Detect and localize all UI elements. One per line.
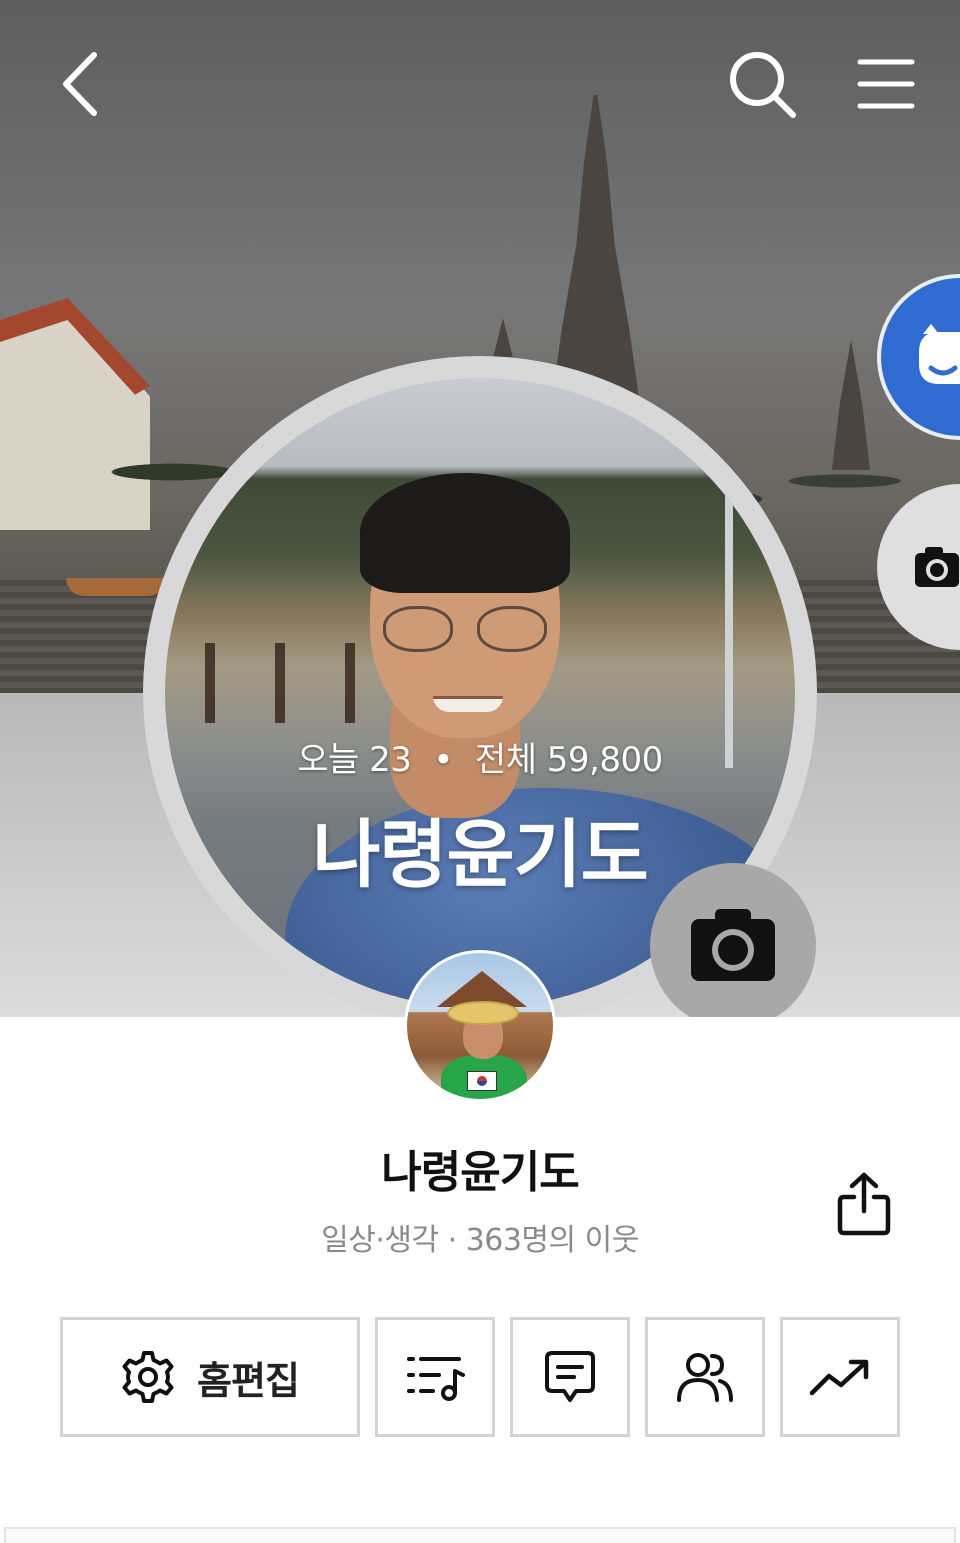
glasses-lens <box>383 606 453 652</box>
visit-counter: 오늘 23 • 전체 59,800 <box>0 732 960 781</box>
person-mouth <box>433 696 503 712</box>
guestbook-button[interactable] <box>510 1317 630 1437</box>
back-button[interactable] <box>40 44 120 124</box>
home-actions: 홈편집 <box>60 1317 900 1437</box>
boat <box>66 578 166 596</box>
avatar[interactable] <box>404 950 556 1102</box>
blog-meta: 일상·생각 · 363명의 이웃 <box>321 1223 639 1258</box>
playlist-icon <box>407 1357 465 1401</box>
menu-button[interactable] <box>846 44 926 124</box>
camera-icon <box>691 909 775 981</box>
chevron-left-icon <box>63 52 97 116</box>
camera-icon <box>915 547 959 587</box>
blog-name: 나령윤기도 <box>381 1147 579 1198</box>
stats-trend-icon <box>809 1359 869 1396</box>
hamburger-menu-icon <box>857 59 915 109</box>
share-button[interactable] <box>826 1166 902 1242</box>
korea-flag-icon <box>467 1071 497 1091</box>
avatar-hat <box>447 1001 519 1025</box>
search-button[interactable] <box>722 44 802 124</box>
share-icon <box>837 1172 891 1236</box>
profile-camera-button[interactable] <box>650 863 816 1017</box>
glasses-lens <box>477 606 547 652</box>
visit-today: 오늘 23 <box>297 740 412 780</box>
comment-icon <box>545 1351 595 1402</box>
gear-icon <box>122 1351 174 1403</box>
stats-button[interactable] <box>780 1317 900 1437</box>
neighbors-button[interactable] <box>645 1317 765 1437</box>
person-hair <box>360 473 570 593</box>
home-edit-button[interactable]: 홈편집 <box>60 1317 360 1437</box>
visit-separator: • <box>433 740 453 780</box>
cover-title: 나령윤기도 <box>312 812 648 898</box>
content-card-top-edge <box>4 1527 956 1543</box>
cover-area: 오늘 23 • 전체 59,800 나령윤기도 <box>0 0 960 1017</box>
home-edit-label: 홈편집 <box>197 1358 300 1403</box>
pole <box>725 488 733 768</box>
visit-total: 전체 59,800 <box>474 740 663 780</box>
mascot-icon <box>919 324 960 384</box>
playlist-button[interactable] <box>375 1317 495 1437</box>
neighbors-icon <box>677 1353 733 1402</box>
search-icon <box>730 52 796 118</box>
